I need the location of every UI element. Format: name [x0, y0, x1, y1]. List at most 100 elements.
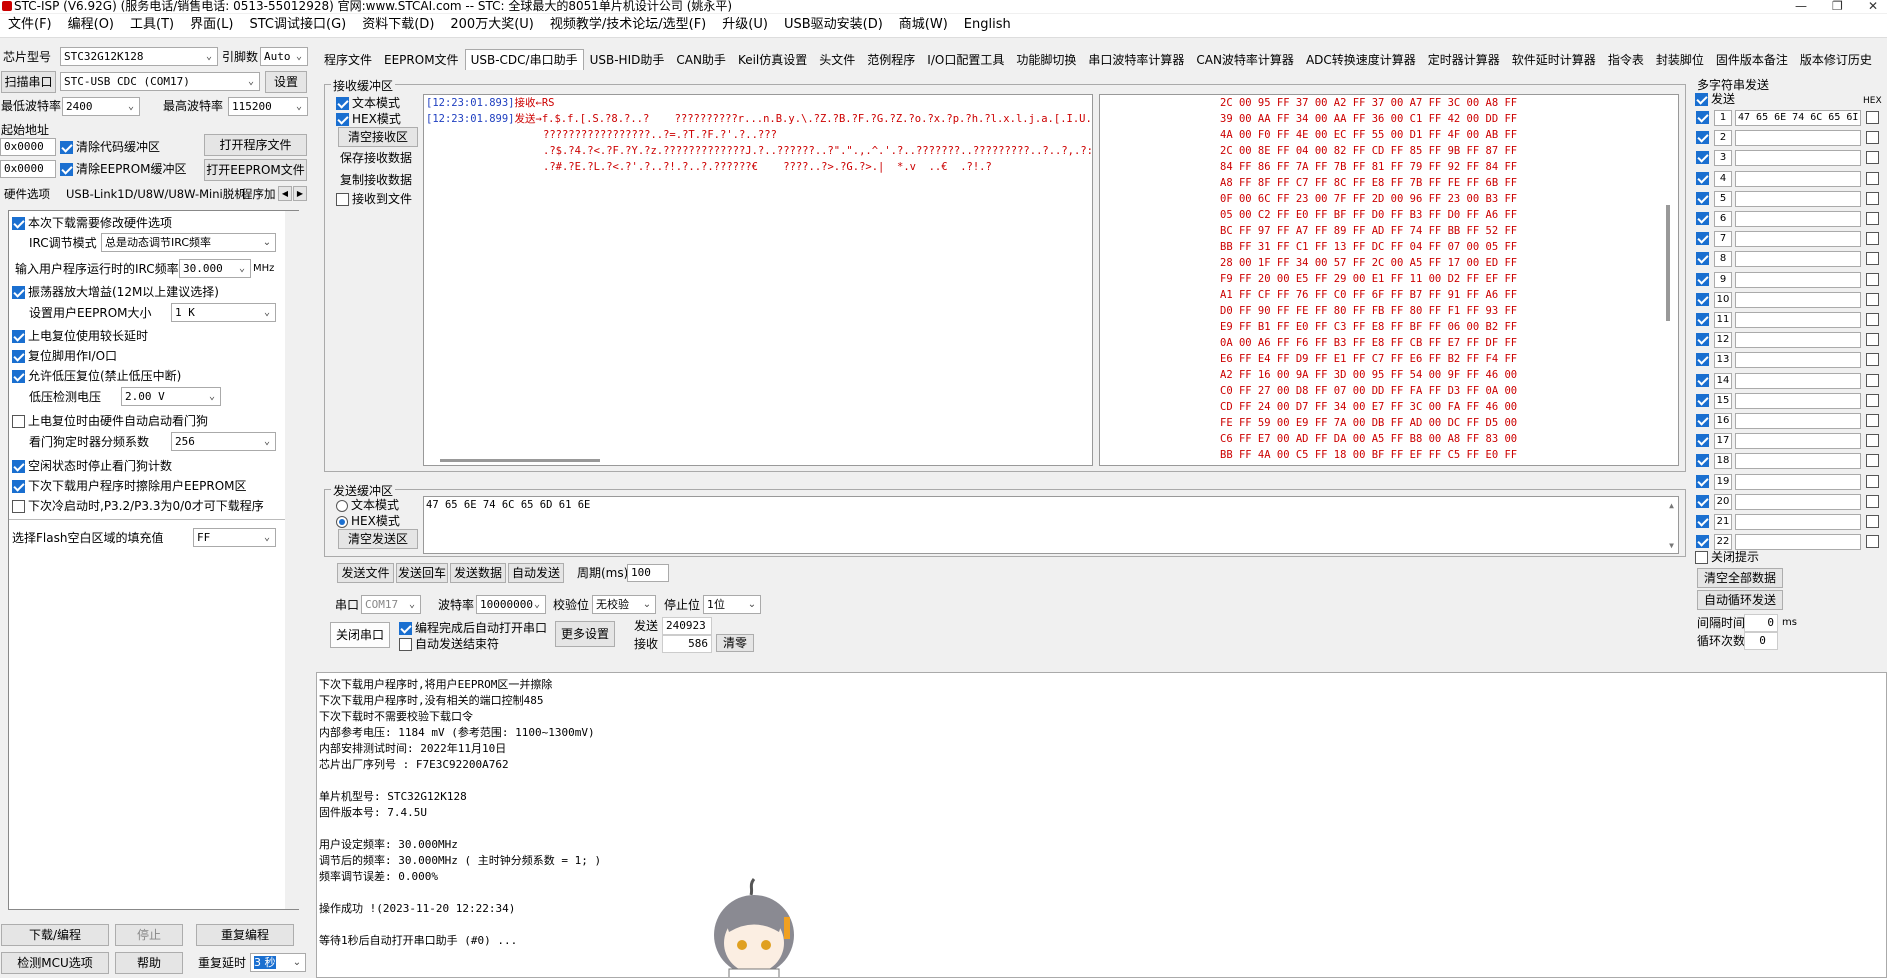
more-settings-button[interactable]: 更多设置 [555, 621, 615, 647]
option-auto-watchdog[interactable]: 上电复位时由硬件自动启动看门狗 [12, 412, 208, 430]
multi-row-number[interactable]: 3 [1714, 150, 1732, 167]
period-input[interactable]: 100 [627, 564, 669, 582]
checkbox-icon[interactable] [1696, 292, 1709, 306]
checkbox-icon[interactable] [1696, 494, 1709, 508]
multi-row-hex-checkbox[interactable] [1866, 353, 1879, 367]
multi-row-number[interactable]: 19 [1714, 473, 1732, 490]
multi-send-header[interactable]: 发送 [1695, 90, 1735, 108]
subtab-hardware[interactable]: 硬件选项 [4, 185, 50, 203]
send-hex-mode-radio[interactable]: HEX模式 [336, 512, 400, 530]
multi-row-hex-checkbox[interactable] [1866, 515, 1879, 528]
menu-file[interactable]: 文件(F) [0, 14, 60, 36]
multi-row-number[interactable]: 12 [1714, 332, 1732, 349]
multi-row-input[interactable] [1735, 271, 1861, 288]
multi-row-input[interactable] [1735, 150, 1861, 167]
multi-row-hex-checkbox[interactable] [1866, 252, 1879, 266]
multi-row-number[interactable]: 10 [1714, 291, 1732, 308]
tab-scroll-left-icon[interactable]: ◀ [278, 186, 292, 201]
tab-uart-baud[interactable]: 串口波特率计算器 [1082, 49, 1190, 71]
options-scrollbar[interactable] [285, 211, 299, 909]
interval-input[interactable]: 0 [1744, 614, 1778, 632]
send-data-button[interactable]: 发送数据 [450, 563, 506, 583]
multi-row-number[interactable]: 6 [1714, 211, 1732, 227]
multi-row-input[interactable] [1735, 170, 1861, 187]
multi-row-number[interactable]: 20 [1714, 493, 1732, 510]
receive-to-file-checkbox[interactable]: 接收到文件 [336, 190, 412, 208]
checkbox-icon[interactable] [1696, 252, 1709, 266]
multi-row-number[interactable]: 14 [1714, 372, 1732, 389]
option-modify-hardware[interactable]: 本次下载需要修改硬件选项 [12, 214, 172, 232]
multi-row-number[interactable]: 16 [1714, 413, 1732, 429]
menu-english[interactable]: English [956, 14, 1019, 36]
receive-hscroll-thumb[interactable] [440, 459, 600, 462]
tab-scroll-right-icon[interactable]: ▶ [293, 186, 307, 201]
tab-program-file[interactable]: 程序文件 [318, 49, 378, 71]
auto-send-end-checkbox[interactable]: 自动发送结束符 [399, 635, 499, 653]
tab-eeprom-file[interactable]: EEPROM文件 [378, 49, 465, 71]
multi-row-hex-checkbox[interactable] [1866, 212, 1879, 225]
pins-select[interactable]: Auto ⌄ [260, 47, 308, 66]
multi-row-input[interactable] [1735, 514, 1861, 530]
option-cold-start-p32[interactable]: 下次冷启动时,P3.2/P3.3为0/0才可下载程序 [12, 497, 264, 515]
receive-hex-pane[interactable]: 2C 00 95 FF 37 00 A2 FF 37 00 A7 FF 3C 0… [1099, 94, 1679, 466]
multi-row-number[interactable]: 5 [1714, 190, 1732, 207]
multi-row-input[interactable] [1735, 251, 1861, 268]
eeprom-address-input[interactable]: 0x0000 [0, 160, 56, 178]
checkbox-icon[interactable] [1696, 535, 1709, 549]
checkbox-icon[interactable] [1696, 393, 1709, 407]
tab-header-file[interactable]: 头文件 [813, 49, 861, 71]
multi-row-input[interactable] [1735, 231, 1861, 248]
checkbox-icon[interactable] [1696, 333, 1709, 347]
auto-loop-send-button[interactable]: 自动循环发送 [1697, 590, 1783, 610]
checkbox-icon[interactable] [1696, 232, 1709, 246]
checkbox-icon[interactable] [1696, 212, 1709, 225]
clear-all-data-button[interactable]: 清空全部数据 [1697, 568, 1783, 588]
irc-mode-select[interactable]: 总是动态调节IRC频率 ⌄ [101, 233, 276, 252]
multi-row-number[interactable]: 17 [1714, 433, 1732, 450]
multi-row-input[interactable] [1735, 453, 1861, 470]
menu-usb-driver[interactable]: USB驱动安装(D) [776, 14, 891, 36]
multi-row-hex-checkbox[interactable] [1866, 313, 1879, 326]
recv-hex-mode-checkbox[interactable]: HEX模式 [336, 110, 401, 128]
multi-row-hex-checkbox[interactable] [1866, 535, 1879, 549]
detect-mcu-button[interactable]: 检测MCU选项 [1, 952, 109, 974]
tab-firmware-notes[interactable]: 固件版本备注 [1710, 49, 1794, 71]
tab-can[interactable]: CAN助手 [670, 49, 732, 71]
option-long-reset-delay[interactable]: 上电复位使用较长延时 [12, 327, 148, 345]
multi-row-input[interactable] [1735, 433, 1861, 450]
settings-button[interactable]: 设置 [265, 71, 307, 93]
chip-select[interactable]: STC32G12K128 ⌄ [60, 47, 218, 66]
scroll-down-icon[interactable]: ▼ [1669, 541, 1674, 550]
tab-can-baud[interactable]: CAN波特率计算器 [1190, 49, 1300, 71]
subtab-usb-link[interactable]: USB-Link1D/U8W/U8W-Mini脱机 [66, 185, 246, 203]
baud-select[interactable]: 10000000 ⌄ [476, 595, 546, 614]
multi-row-hex-checkbox[interactable] [1866, 191, 1879, 205]
max-baud-select[interactable]: 115200 ⌄ [228, 97, 308, 116]
clear-eeprom-checkbox[interactable]: 清除EEPROM缓冲区 [60, 160, 187, 178]
tab-package[interactable]: 封装脚位 [1650, 49, 1710, 71]
multi-row-input[interactable] [1735, 372, 1861, 389]
checkbox-icon[interactable] [1696, 191, 1709, 205]
multi-row-number[interactable]: 8 [1714, 251, 1732, 268]
menu-download[interactable]: 资料下载(D) [354, 14, 442, 36]
multi-row-input[interactable] [1735, 352, 1861, 369]
tab-adc-speed[interactable]: ADC转换速度计算器 [1300, 49, 1422, 71]
tab-instructions[interactable]: 指令表 [1602, 49, 1650, 71]
multi-row-hex-checkbox[interactable] [1866, 494, 1879, 508]
checkbox-icon[interactable] [1696, 515, 1709, 528]
receive-text-pane[interactable]: [12:23:01.893]接收←RS [12:23:01.899]发送→f.$… [423, 94, 1093, 466]
multi-row-hex-checkbox[interactable] [1866, 373, 1879, 387]
tab-history[interactable]: 版本修订历史 [1794, 49, 1878, 71]
copy-receive-button[interactable]: 复制接收数据 [340, 171, 412, 189]
checkbox-icon[interactable] [1696, 434, 1709, 448]
save-receive-button[interactable]: 保存接收数据 [340, 149, 412, 167]
clear-receive-button[interactable]: 清空接收区 [338, 127, 418, 147]
multi-row-number[interactable]: 21 [1714, 514, 1732, 530]
menu-tools[interactable]: 工具(T) [122, 14, 182, 36]
close-icon[interactable]: ✕ [1868, 0, 1878, 12]
checkbox-icon[interactable] [1696, 313, 1709, 326]
multi-row-hex-checkbox[interactable] [1866, 131, 1879, 145]
checkbox-icon[interactable] [1696, 454, 1709, 468]
multi-row-hex-checkbox[interactable] [1866, 272, 1879, 286]
help-button[interactable]: 帮助 [115, 952, 183, 974]
